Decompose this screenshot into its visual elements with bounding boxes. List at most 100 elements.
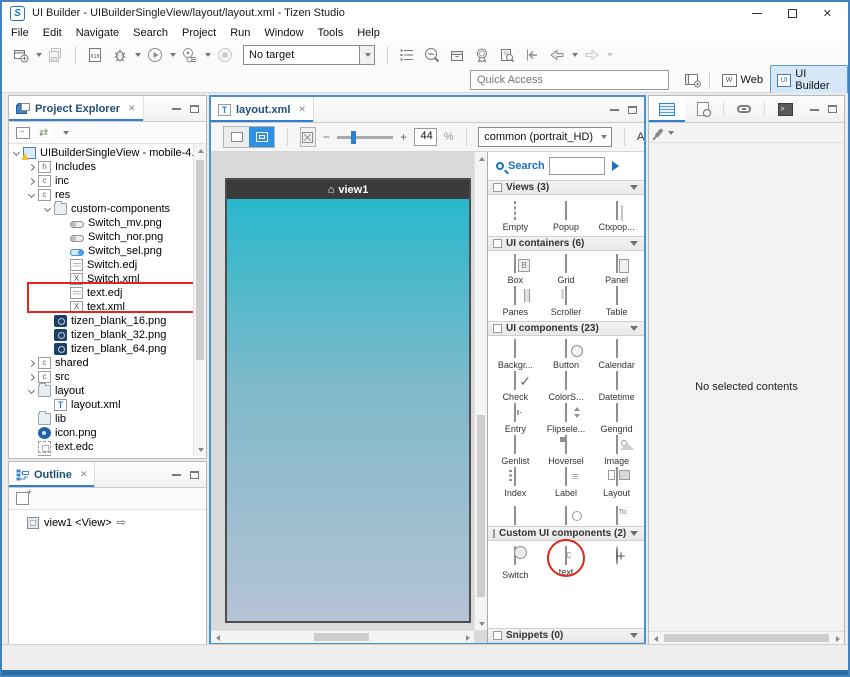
palette-item-custom-switch[interactable]: Switch [490, 547, 541, 582]
palette-item-label[interactable]: Label [541, 468, 592, 500]
pin-icon[interactable] [654, 127, 663, 137]
palette-item-index[interactable]: Index [490, 468, 541, 500]
tree-vertical-scrollbar[interactable] [193, 144, 206, 456]
profile-dropdown-icon[interactable] [596, 128, 611, 146]
tab-console[interactable]: > [767, 96, 803, 122]
tree-item-shared[interactable]: cshared [9, 356, 206, 370]
tree-item-project[interactable]: UIBuilderSingleView - mobile-4.0 [9, 146, 206, 160]
tree-item-text-edj[interactable]: text.edj [9, 286, 206, 300]
palette-item-popup[interactable]: Popup [541, 202, 592, 234]
scroll-down-icon[interactable] [194, 443, 206, 456]
perspective-web-button[interactable]: W Web [715, 71, 770, 90]
certificate-icon[interactable] [471, 45, 493, 65]
run-dropdown-icon[interactable] [170, 53, 176, 57]
palette-item-calendar[interactable]: Calendar [591, 340, 642, 372]
zoom-value-input[interactable]: 44 [414, 128, 437, 146]
layout-xml-tab[interactable]: T layout.xml ✕ [211, 97, 314, 122]
add-view-icon[interactable] [16, 492, 29, 505]
back-dropdown-icon[interactable] [572, 53, 578, 57]
expand-arrow-icon[interactable] [13, 148, 20, 155]
close-icon[interactable]: ✕ [298, 104, 306, 115]
forward-icon[interactable] [581, 45, 603, 65]
source-view-toggle[interactable] [224, 127, 249, 147]
maximize-pane-icon[interactable] [190, 105, 199, 113]
minimize-pane-icon[interactable] [810, 108, 819, 111]
collapse-caret-icon[interactable] [630, 633, 638, 638]
tree-item-lib[interactable]: lib [9, 412, 206, 426]
palette-item-image[interactable]: Image [591, 436, 642, 468]
tree-item-switch-sel-png[interactable]: Switch_sel.png [9, 244, 206, 258]
tree-item-src[interactable]: csrc [9, 370, 206, 384]
debug-dropdown-icon[interactable] [135, 53, 141, 57]
tree-item-switch-nor-png[interactable]: Switch_nor.png [9, 230, 206, 244]
palette-section-views[interactable]: Views (3) [488, 180, 644, 195]
palette-item-genlist[interactable]: Genlist [490, 436, 541, 468]
palette-item-colorselector[interactable]: ColorS... [541, 372, 592, 404]
minimize-button[interactable] [752, 13, 762, 14]
palette-item-clipped-3[interactable] [591, 507, 642, 526]
palette-item-clipped-2[interactable] [541, 507, 592, 526]
scrollbar-thumb[interactable] [196, 160, 204, 360]
minimize-pane-icon[interactable] [610, 108, 619, 111]
scrollbar-thumb[interactable] [477, 415, 485, 597]
fit-to-screen-button[interactable] [300, 127, 316, 147]
palette-item-hoversel[interactable]: Hoversel [541, 436, 592, 468]
tree-item-tizen-blank-32[interactable]: tizen_blank_32.png [9, 328, 206, 342]
tree-item-switch-edj[interactable]: Switch.edj [9, 258, 206, 272]
tree-item-icon-png[interactable]: icon.png [9, 426, 206, 440]
expand-arrow-icon[interactable] [28, 190, 35, 197]
scroll-up-icon[interactable] [194, 144, 206, 157]
dynamic-analyzer-icon[interactable] [421, 45, 443, 65]
open-perspective-icon[interactable] [683, 70, 704, 90]
canvas-vertical-scrollbar[interactable] [474, 152, 487, 630]
run-configurations-icon[interactable] [179, 45, 201, 65]
new-project-wizard-icon[interactable] [10, 45, 32, 65]
palette-item-button[interactable]: Button [541, 340, 592, 372]
collapse-caret-icon[interactable] [630, 326, 638, 331]
scroll-right-icon[interactable] [461, 631, 474, 644]
properties-horizontal-scrollbar[interactable] [649, 631, 844, 644]
project-explorer-tab[interactable]: Project Explorer ✕ [9, 96, 144, 121]
profile-selector[interactable]: common (portrait_HD) [478, 127, 612, 147]
perspective-ui-builder-button[interactable]: UI UI Builder [770, 65, 848, 95]
scroll-left-icon[interactable] [211, 631, 224, 644]
canvas-horizontal-scrollbar[interactable] [211, 630, 474, 643]
scrollbar-thumb[interactable] [314, 633, 369, 641]
palette-item-clipped-1[interactable] [490, 507, 541, 526]
tab-properties[interactable] [649, 96, 685, 122]
palette-item-panes[interactable]: Panes [490, 287, 541, 319]
tree-item-switch-mv-png[interactable]: Switch_mv.png [9, 216, 206, 230]
expand-arrow-icon[interactable] [28, 386, 35, 393]
palette-section-snippets[interactable]: Snippets (0) [488, 628, 644, 643]
expand-arrow-icon[interactable] [44, 204, 51, 211]
menu-search[interactable]: Search [126, 27, 175, 39]
add-custom-component-button[interactable] [591, 547, 642, 582]
collapse-caret-icon[interactable] [630, 241, 638, 246]
last-edit-location-icon[interactable] [521, 45, 543, 65]
minimize-pane-icon[interactable] [172, 107, 181, 110]
maximize-pane-icon[interactable] [628, 106, 637, 114]
new-wizard-dropdown-icon[interactable] [36, 53, 42, 57]
maximize-pane-icon[interactable] [828, 105, 837, 113]
run-icon[interactable] [144, 45, 166, 65]
link-with-editor-icon[interactable]: ⇄ [39, 127, 53, 139]
close-icon[interactable]: ✕ [128, 103, 136, 114]
palette-search-input[interactable] [549, 157, 605, 175]
tab-bindings[interactable] [726, 96, 762, 122]
tree-item-tizen-blank-64[interactable]: tizen_blank_64.png [9, 342, 206, 356]
palette-item-ctxpopup[interactable]: Ctxpop... [591, 202, 642, 234]
zoom-in-icon[interactable]: + [400, 130, 407, 144]
launch-list-icon[interactable] [396, 45, 418, 65]
collapse-all-icon[interactable] [16, 127, 30, 139]
zoom-slider[interactable] [337, 136, 393, 139]
view-body[interactable] [227, 199, 469, 621]
palette-section-containers[interactable]: UI containers (6) [488, 236, 644, 251]
palette-item-check[interactable]: Check [490, 372, 541, 404]
target-dropdown-icon[interactable] [359, 46, 374, 64]
palette-item-entry[interactable]: Entry [490, 404, 541, 436]
view-menu-icon[interactable] [63, 131, 69, 135]
tree-item-text-edj-root[interactable]: text.edj [9, 454, 206, 456]
close-button[interactable]: ✕ [823, 7, 832, 20]
api-checker-icon[interactable] [496, 45, 518, 65]
tab-preview[interactable] [685, 96, 721, 122]
